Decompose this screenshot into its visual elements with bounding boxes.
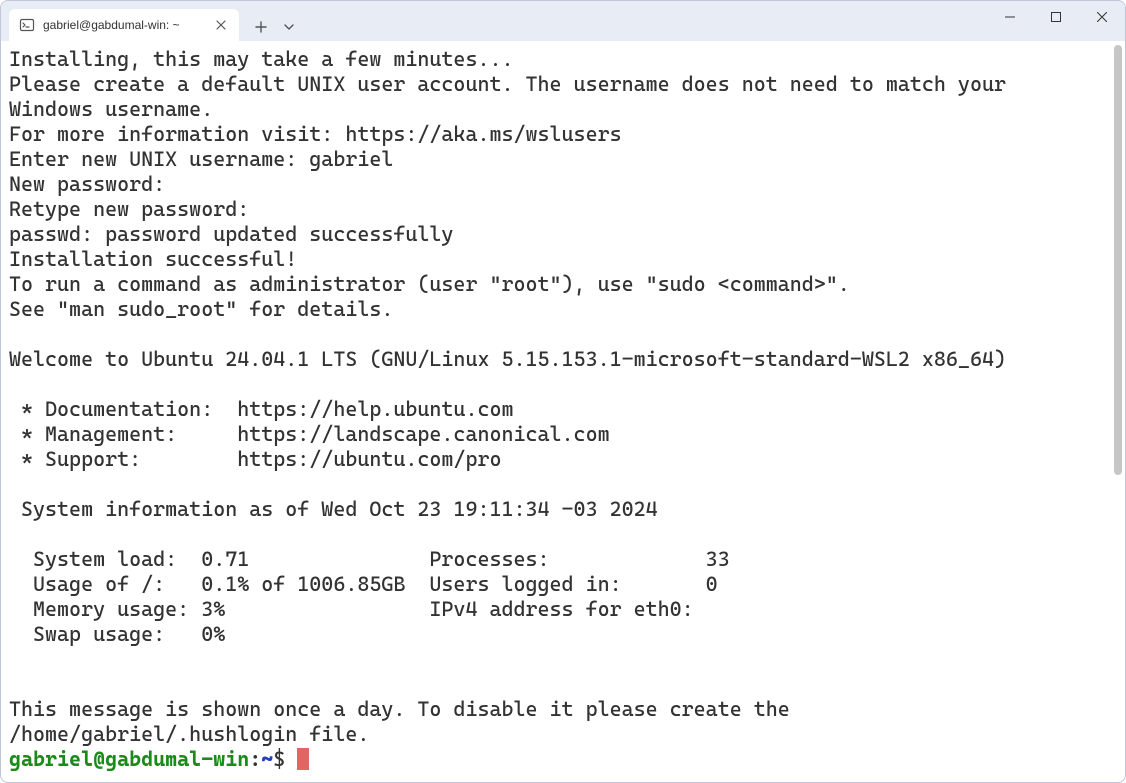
terminal-line: New password: (9, 172, 1111, 197)
close-button[interactable] (1079, 1, 1125, 33)
terminal-line: /home/gabriel/.hushlogin file. (9, 722, 1111, 747)
scrollbar[interactable] (1111, 41, 1125, 782)
new-tab-button[interactable] (247, 13, 275, 41)
terminal-line: Installation successful! (9, 247, 1111, 272)
tab-active[interactable]: gabriel@gabdumal-win: ~ (9, 9, 239, 41)
window-controls (987, 1, 1125, 41)
terminal-line: For more information visit: https://aka.… (9, 122, 1111, 147)
terminal-line: * Support: https://ubuntu.com/pro (9, 447, 1111, 472)
tab-close-button[interactable] (213, 17, 229, 33)
terminal-line: Usage of /: 0.1% of 1006.85GB Users logg… (9, 572, 1111, 597)
terminal-line: Swap usage: 0% (9, 622, 1111, 647)
scrollbar-thumb[interactable] (1114, 45, 1122, 475)
terminal-line (9, 647, 1111, 672)
terminal-line: Windows username. (9, 97, 1111, 122)
tabs-dropdown-button[interactable] (275, 13, 303, 41)
tabs-region: gabriel@gabdumal-win: ~ (1, 1, 303, 41)
terminal-window: gabriel@gabdumal-win: ~ (0, 0, 1126, 783)
tab-title: gabriel@gabdumal-win: ~ (43, 18, 205, 32)
cursor (297, 748, 309, 770)
terminal-line (9, 672, 1111, 697)
terminal-line: Installing, this may take a few minutes.… (9, 47, 1111, 72)
terminal-line: * Documentation: https://help.ubuntu.com (9, 397, 1111, 422)
terminal-line: System information as of Wed Oct 23 19:1… (9, 497, 1111, 522)
terminal-line: * Management: https://landscape.canonica… (9, 422, 1111, 447)
terminal-line: Enter new UNIX username: gabriel (9, 147, 1111, 172)
terminal-icon (19, 17, 35, 33)
terminal-line: See "man sudo_root" for details. (9, 297, 1111, 322)
terminal-line: This message is shown once a day. To dis… (9, 697, 1111, 722)
terminal-line: Memory usage: 3% IPv4 address for eth0: (9, 597, 1111, 622)
terminal-area: Installing, this may take a few minutes.… (1, 41, 1125, 782)
terminal-line: Please create a default UNIX user accoun… (9, 72, 1111, 97)
terminal-line (9, 472, 1111, 497)
terminal-prompt[interactable]: gabriel@gabdumal-win:~$ (9, 747, 1111, 772)
terminal-line: To run a command as administrator (user … (9, 272, 1111, 297)
terminal-line: Retype new password: (9, 197, 1111, 222)
terminal-line (9, 522, 1111, 547)
terminal-line (9, 372, 1111, 397)
terminal-line: Welcome to Ubuntu 24.04.1 LTS (GNU/Linux… (9, 347, 1111, 372)
terminal-line: System load: 0.71 Processes: 33 (9, 547, 1111, 572)
minimize-button[interactable] (987, 1, 1033, 33)
titlebar: gabriel@gabdumal-win: ~ (1, 1, 1125, 41)
terminal-output[interactable]: Installing, this may take a few minutes.… (1, 41, 1111, 782)
maximize-button[interactable] (1033, 1, 1079, 33)
terminal-line: passwd: password updated successfully (9, 222, 1111, 247)
terminal-line (9, 322, 1111, 347)
